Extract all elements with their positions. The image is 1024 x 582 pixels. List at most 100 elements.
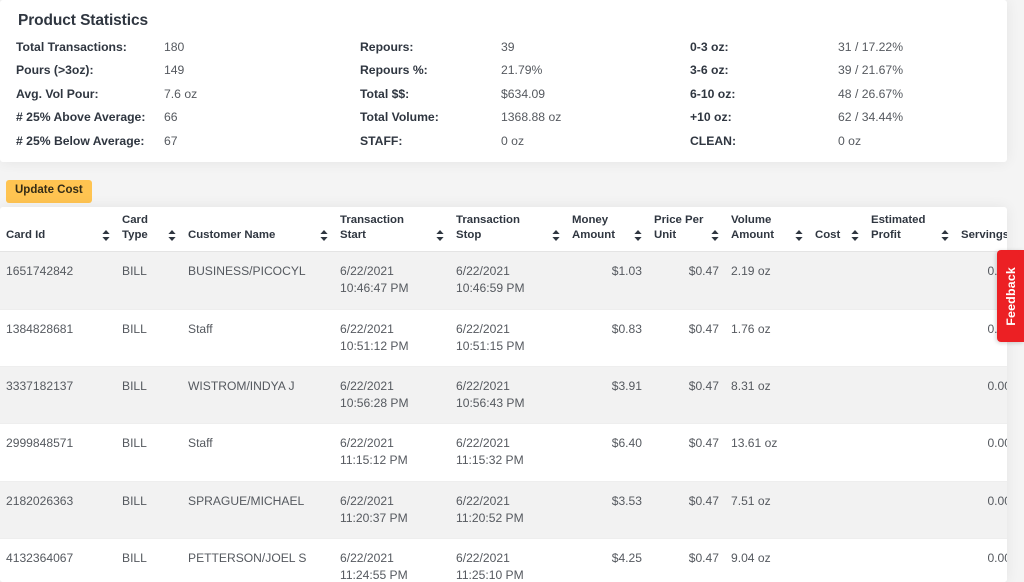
cell-cost [809, 423, 865, 482]
table-row[interactable]: 2999848571 BILL Staff 6/22/2021 11:15:12 PM 6… [0, 423, 1007, 482]
cell-money-amount: $6.40 [566, 423, 648, 482]
cell-price-per-unit: $0.47 [648, 538, 725, 582]
column-header-label: Customer Name [188, 228, 276, 241]
table-row[interactable]: 2182026363 BILL SPRAGUE/MICHAEL 6/22/2021 11… [0, 481, 1007, 539]
cell-card-type: BILL [116, 538, 182, 582]
table-row[interactable]: 3337182137 BILL WISTROM/INDYA J 6/22/2021 10… [0, 366, 1007, 425]
statistic-label: Total Volume: [360, 110, 439, 125]
cell-money-amount: $1.03 [566, 251, 648, 310]
statistics-columns: Total Transactions: 180 Pours (>3oz): 149 Av… [16, 40, 991, 157]
cell-card-type: BILL [116, 251, 182, 310]
column-header-money-amount[interactable]: Money Amount [566, 207, 648, 253]
cell-volume-amount: 9.04 oz [725, 538, 809, 582]
cell-estimated-profit [865, 481, 955, 539]
cell-transaction-stop: 6/22/2021 10:46:59 PM [450, 251, 566, 310]
table-header-row: Card Id Card Type Customer Name Transaction… [0, 207, 1007, 253]
column-header-transaction-start[interactable]: Transaction Start [334, 207, 450, 253]
time-text: 11:25:10 PM [456, 568, 524, 582]
cell-customer-name: SPRAGUE/MICHAEL [182, 481, 334, 539]
page-title: Product Statistics [18, 12, 148, 29]
statistic-label: Pours (>3oz): [16, 63, 94, 78]
feedback-tab-label: Feedback [1003, 266, 1018, 326]
statistic-value: 48 / 26.67% [838, 86, 904, 101]
statistic-row: STAFF: 0 oz [360, 134, 690, 157]
statistic-row: Pours (>3oz): 149 [16, 63, 360, 86]
sort-arrows-icon[interactable] [168, 230, 176, 242]
cell-transaction-start: 6/22/2021 10:46:47 PM [334, 251, 450, 310]
column-header-cost[interactable]: Cost [809, 207, 865, 253]
table-row[interactable]: 4132364067 BILL PETTERSON/JOEL S 6/22/2021 1… [0, 538, 1007, 582]
statistic-row: Repours %: 21.79% [360, 63, 690, 86]
time-text: 10:46:47 PM [340, 281, 409, 296]
statistic-value: 39 / 21.67% [838, 63, 904, 78]
sort-arrows-icon[interactable] [711, 230, 719, 242]
date-text: 6/22/2021 [456, 550, 510, 565]
statistic-label: Repours: [360, 40, 414, 54]
sort-arrows-icon[interactable] [102, 230, 110, 242]
column-header-customer-name[interactable]: Customer Name [182, 207, 334, 253]
cell-card-id: 4132364067 [0, 538, 116, 582]
column-header-estimated-profit[interactable]: Estimated Profit [865, 207, 955, 253]
table-row[interactable]: 1384828681 BILL Staff 6/22/2021 10:51:12 PM 6… [0, 309, 1007, 367]
statistic-label: +10 oz: [690, 110, 732, 125]
statistic-row: 0-3 oz: 31 / 17.22% [690, 40, 990, 63]
statistic-label: # 25% Above Average: [16, 110, 146, 125]
update-cost-button[interactable]: Update Cost [6, 180, 92, 203]
column-header-card-type[interactable]: Card Type [116, 207, 182, 253]
product-statistics-page: Product Statistics Total Transactions: 18… [0, 0, 1024, 582]
statistic-value: 66 [164, 110, 178, 125]
date-text: 6/22/2021 [456, 321, 510, 336]
column-header-price-per-unit[interactable]: Price Per Unit [648, 207, 725, 253]
statistic-label: 3-6 oz: [690, 63, 729, 78]
column-header-transaction-stop[interactable]: Transaction Stop [450, 207, 566, 253]
column-header-label: Card Id [6, 228, 46, 241]
statistic-value: 62 / 34.44% [838, 110, 904, 125]
feedback-tab[interactable]: Feedback [997, 250, 1024, 342]
table-row[interactable]: 1651742842 BILL BUSINESS/PICOCYL 6/22/2021 1… [0, 251, 1007, 310]
transactions-table: Card Id Card Type Customer Name Transaction… [0, 207, 1007, 582]
cell-transaction-stop: 6/22/2021 11:20:52 PM [450, 481, 566, 539]
statistic-value: 180 [164, 40, 185, 54]
cell-customer-name: WISTROM/INDYA J [182, 366, 334, 425]
cell-card-type: BILL [116, 309, 182, 367]
cell-price-per-unit: $0.47 [648, 366, 725, 425]
statistic-value: 1368.88 oz [501, 110, 562, 125]
date-text: 6/22/2021 [456, 493, 510, 508]
date-text: 6/22/2021 [456, 264, 510, 279]
column-header-servings[interactable]: Servings [955, 207, 1007, 253]
column-header-label: Money Amount [572, 214, 616, 241]
statistic-row: 6-10 oz: 48 / 26.67% [690, 87, 990, 110]
cell-estimated-profit [865, 538, 955, 582]
cell-card-id: 2182026363 [0, 481, 116, 539]
table-body: 1651742842 BILL BUSINESS/PICOCYL 6/22/2021 1… [0, 251, 1007, 582]
column-header-label: Price Per Unit [654, 214, 704, 241]
cell-customer-name: Staff [182, 423, 334, 482]
cell-cost [809, 538, 865, 582]
cell-transaction-start: 6/22/2021 10:51:12 PM [334, 309, 450, 367]
sort-arrows-icon[interactable] [634, 230, 642, 242]
cell-money-amount: $4.25 [566, 538, 648, 582]
cell-card-type: BILL [116, 366, 182, 425]
cell-transaction-stop: 6/22/2021 10:51:15 PM [450, 309, 566, 367]
sort-arrows-icon[interactable] [436, 230, 444, 242]
date-text: 6/22/2021 [340, 493, 394, 508]
sort-arrows-icon[interactable] [795, 230, 803, 242]
sort-arrows-icon[interactable] [552, 230, 560, 242]
column-header-label: Servings [961, 228, 1007, 241]
time-text: 11:24:55 PM [340, 568, 408, 582]
product-statistics-card: Product Statistics Total Transactions: 18… [0, 0, 1007, 162]
time-text: 10:56:43 PM [456, 396, 525, 411]
cell-estimated-profit [865, 366, 955, 425]
cell-volume-amount: 13.61 oz [725, 423, 809, 482]
sort-arrows-icon[interactable] [320, 230, 328, 242]
column-header-card-id[interactable]: Card Id [0, 207, 116, 253]
sort-arrows-icon[interactable] [851, 230, 859, 242]
cell-volume-amount: 8.31 oz [725, 366, 809, 425]
statistic-label: Avg. Vol Pour: [16, 86, 99, 101]
sort-arrows-icon[interactable] [941, 230, 949, 242]
cell-estimated-profit [865, 423, 955, 482]
statistic-value: 39 [501, 40, 515, 54]
statistic-label: Repours %: [360, 63, 428, 78]
column-header-label: Cost [815, 228, 841, 241]
column-header-volume-amount[interactable]: Volume Amount [725, 207, 809, 253]
